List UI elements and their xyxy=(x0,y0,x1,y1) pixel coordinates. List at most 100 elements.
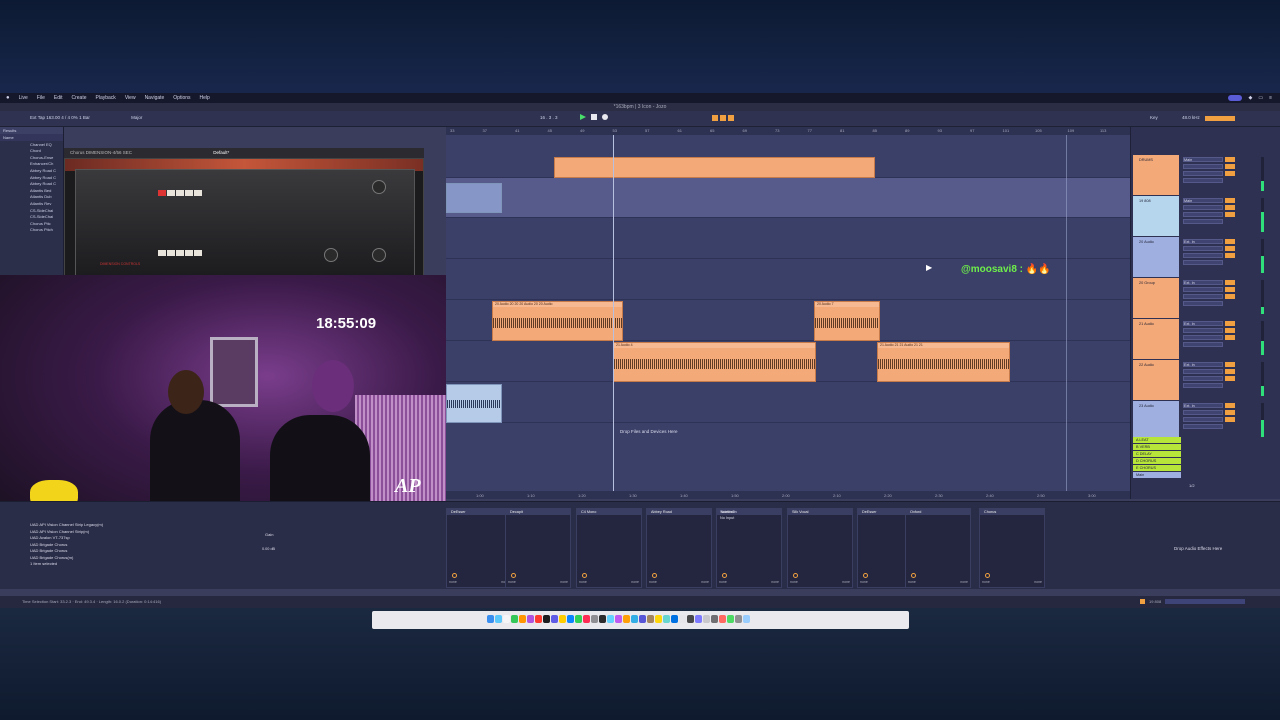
dock-app-icon[interactable] xyxy=(711,615,718,623)
dock-app-icon[interactable] xyxy=(527,615,534,623)
routing-select[interactable] xyxy=(1183,335,1223,340)
input-route[interactable]: Main xyxy=(1183,198,1223,203)
apple-icon[interactable]: ● xyxy=(6,95,10,101)
clip-21-audio-a[interactable]: 21 Audio 4 xyxy=(613,342,816,382)
macro-select[interactable]: none xyxy=(1034,580,1042,585)
browser-item[interactable]: Chorus Pitc xyxy=(0,220,63,227)
routing-select[interactable] xyxy=(1183,410,1223,415)
dock-app-icon[interactable] xyxy=(647,615,654,623)
dock-app-icon[interactable] xyxy=(599,615,606,623)
solo-button[interactable] xyxy=(1225,205,1235,210)
browser-item[interactable]: Abbey Road C xyxy=(0,181,63,188)
solo-button[interactable] xyxy=(1225,410,1235,415)
routing-select[interactable] xyxy=(1183,294,1223,299)
macro-select[interactable]: none xyxy=(982,580,990,585)
depth-knob[interactable] xyxy=(324,248,338,262)
device-slot[interactable]: Silk Vocal none none xyxy=(787,508,853,588)
macro-select[interactable]: none xyxy=(790,580,798,585)
routing-select[interactable] xyxy=(1183,301,1223,306)
browser-item[interactable]: Abbey Road C xyxy=(0,167,63,174)
routing-select[interactable] xyxy=(1183,178,1223,183)
routing-select[interactable] xyxy=(1183,287,1223,292)
routing-select[interactable] xyxy=(1183,260,1223,265)
dock-app-icon[interactable] xyxy=(495,615,502,623)
mixer-track[interactable]: 21 Audio Ext. In xyxy=(1133,319,1279,359)
track-activator[interactable] xyxy=(1225,239,1235,244)
dock-app-icon[interactable] xyxy=(663,615,670,623)
browser-column-name[interactable]: Name xyxy=(0,134,63,141)
mixer-io[interactable]: Ext. In xyxy=(1183,403,1223,439)
arm-button[interactable] xyxy=(1225,376,1235,381)
macro-select[interactable]: none xyxy=(771,580,779,585)
browser-item[interactable]: Abbey Road C xyxy=(0,174,63,181)
routing-select[interactable] xyxy=(1183,212,1223,217)
device-knob[interactable] xyxy=(911,573,916,578)
menu-live[interactable]: Live xyxy=(19,95,28,101)
menu-help[interactable]: Help xyxy=(200,95,210,101)
clip-20-audio-a[interactable]: 20 Audio 20 20 20 Audio 20 20 Audio xyxy=(492,301,623,341)
macro-select[interactable]: none xyxy=(842,580,850,585)
play-icon[interactable] xyxy=(580,114,586,120)
mixer-io[interactable]: Main xyxy=(1183,157,1223,193)
macro-select[interactable]: none xyxy=(649,580,657,585)
dock-app-icon[interactable] xyxy=(727,615,734,623)
dock-app-icon[interactable] xyxy=(591,615,598,623)
quantize-field[interactable]: 1 Bar xyxy=(79,115,90,120)
solo-button[interactable] xyxy=(1225,328,1235,333)
device-browser-item[interactable]: 1 Item selected xyxy=(20,561,170,568)
device-knob[interactable] xyxy=(652,573,657,578)
mixer-track[interactable]: 20 Audio Ext. In xyxy=(1133,237,1279,277)
macro-select[interactable]: none xyxy=(560,580,568,585)
scale-field[interactable]: Major xyxy=(131,115,142,120)
device-title[interactable]: Abbey Road xyxy=(647,509,711,515)
dock-app-icon[interactable] xyxy=(551,615,558,623)
input-route[interactable]: Ext. In xyxy=(1183,239,1223,244)
track-activator[interactable] xyxy=(1225,362,1235,367)
return-track[interactable]: C DELAY xyxy=(1133,451,1181,457)
mix-knob[interactable] xyxy=(372,248,386,262)
routing-select[interactable] xyxy=(1183,164,1223,169)
macro-select[interactable]: none xyxy=(449,580,457,585)
solo-button[interactable] xyxy=(1225,246,1235,251)
track-activator[interactable] xyxy=(1225,280,1235,285)
mixer-track-color[interactable]: DRUMS xyxy=(1133,155,1179,195)
clip-21-audio-b[interactable]: 21 Audio 21 21 Audio 21 21 xyxy=(877,342,1010,382)
dock-app-icon[interactable] xyxy=(503,615,510,623)
mixer-io[interactable]: Main xyxy=(1183,198,1223,234)
device-slot[interactable]: Decapit none none xyxy=(505,508,571,588)
solo-button[interactable] xyxy=(1225,287,1235,292)
arrangement-view[interactable]: 33 37 41 45 49 53 57 61 65 69 73 77 81 85 89 93 97 101 105… xyxy=(446,127,1152,499)
track-activator[interactable] xyxy=(1225,321,1235,326)
return-track[interactable]: Main xyxy=(1133,472,1181,478)
dock-app-icon[interactable] xyxy=(703,615,710,623)
mixer-track[interactable]: DRUMS Main xyxy=(1133,155,1279,195)
device-knob[interactable] xyxy=(452,573,457,578)
input-route[interactable]: Ext. In xyxy=(1183,280,1223,285)
dock-app-icon[interactable] xyxy=(519,615,526,623)
mixer-io[interactable]: Ext. In xyxy=(1183,362,1223,398)
routing-select[interactable] xyxy=(1183,417,1223,422)
solo-button[interactable] xyxy=(1225,164,1235,169)
track-lane-808[interactable] xyxy=(446,178,1152,218)
mixer-track-color[interactable]: 20 Group xyxy=(1133,278,1179,318)
menu-edit[interactable]: Edit xyxy=(54,95,63,101)
browser-item[interactable]: Chord xyxy=(0,148,63,155)
dock-app-icon[interactable] xyxy=(615,615,622,623)
record-icon[interactable] xyxy=(602,114,608,120)
track-lane-23-audio[interactable] xyxy=(446,382,1152,423)
routing-select[interactable] xyxy=(1183,342,1223,347)
dock-app-icon[interactable] xyxy=(575,615,582,623)
dock-app-icon[interactable] xyxy=(623,615,630,623)
dock-app-icon[interactable] xyxy=(743,615,750,623)
device-knob[interactable] xyxy=(582,573,587,578)
dock-app-icon[interactable] xyxy=(695,615,702,623)
browser-item[interactable]: Atlantis Dub xyxy=(0,194,63,201)
dock-app-icon[interactable] xyxy=(487,615,494,623)
device-title[interactable]: Decapit xyxy=(506,509,570,515)
position-field[interactable]: 16 . 3 . 3 xyxy=(540,115,558,120)
routing-select[interactable] xyxy=(1183,171,1223,176)
track-activator[interactable] xyxy=(1225,157,1235,162)
macro-select[interactable]: none xyxy=(860,580,868,585)
tap-button[interactable]: Tap xyxy=(38,115,45,120)
dock-app-icon[interactable] xyxy=(583,615,590,623)
